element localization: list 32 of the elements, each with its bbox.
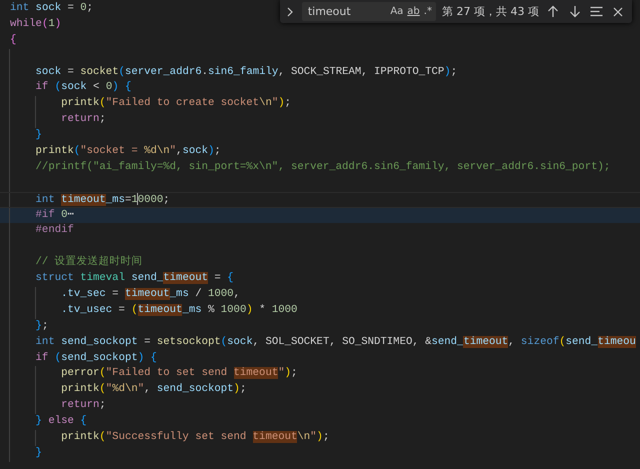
code-line: printk("Successfully set send timeout\n"); (60, 431, 330, 444)
code-line: .tv_sec = timeout_ms / 1000, (60, 288, 240, 300)
code-line: if (sock < 0) { (34, 81, 132, 94)
code-line: struct timeval send_timeout = { (34, 272, 234, 284)
code-line: printk("Failed to create socket\n"); (60, 97, 292, 110)
code-line: } (34, 446, 42, 459)
find-option-toggle[interactable]: Aa (390, 6, 404, 17)
code-line: return; (60, 113, 106, 126)
find-option-toggle[interactable]: .* (424, 6, 432, 17)
code-line: int sock = 0; (10, 2, 94, 14)
code-line: sock = socket(server_addr6.sin6_family, SOCK_STREAM, IPPROTO_TCP); (34, 66, 458, 78)
code-line: } else { (34, 415, 87, 428)
code-line: //printf("ai_family=%d, sin_port=%x\n", server_addr6.sin6_family, server_addr6.sin6_port); (34, 160, 610, 173)
code-line: int timeout_ms=10000; (34, 194, 170, 206)
code-line: }; (34, 320, 48, 332)
find-query: timeout (308, 5, 352, 18)
code-line: { (10, 34, 16, 46)
code-line: printk("socket = %d\n",sock); (34, 145, 221, 158)
code-line: int send_sockopt = setsockopt(sock, SOL_SOCKET, SO_SNDTIMEO, &send_timeout, sizeof(send_timeou (34, 336, 636, 348)
code-line: perror("Failed to set send timeout"); (60, 367, 298, 380)
match-count: 第 27 项，共 43 项 (442, 4, 539, 19)
code-line: } (34, 129, 42, 142)
code-line: #if 0⋯ (34, 208, 74, 221)
code-line: if (send_sockopt) { (34, 352, 157, 364)
code-line: #endif (34, 224, 74, 236)
find-option-toggle[interactable]: ab (407, 6, 420, 17)
code-line: while(1) (10, 18, 62, 30)
code-line: // 设置发送超时时间 (34, 256, 143, 268)
find-input[interactable]: timeout Aa ab .* (302, 2, 436, 21)
code-line: .tv_usec = (timeout_ms % 1000) * 1000 (60, 304, 298, 316)
code-line: return; (60, 399, 106, 412)
code-line: printk("%d\n", send_sockopt); (60, 383, 246, 396)
